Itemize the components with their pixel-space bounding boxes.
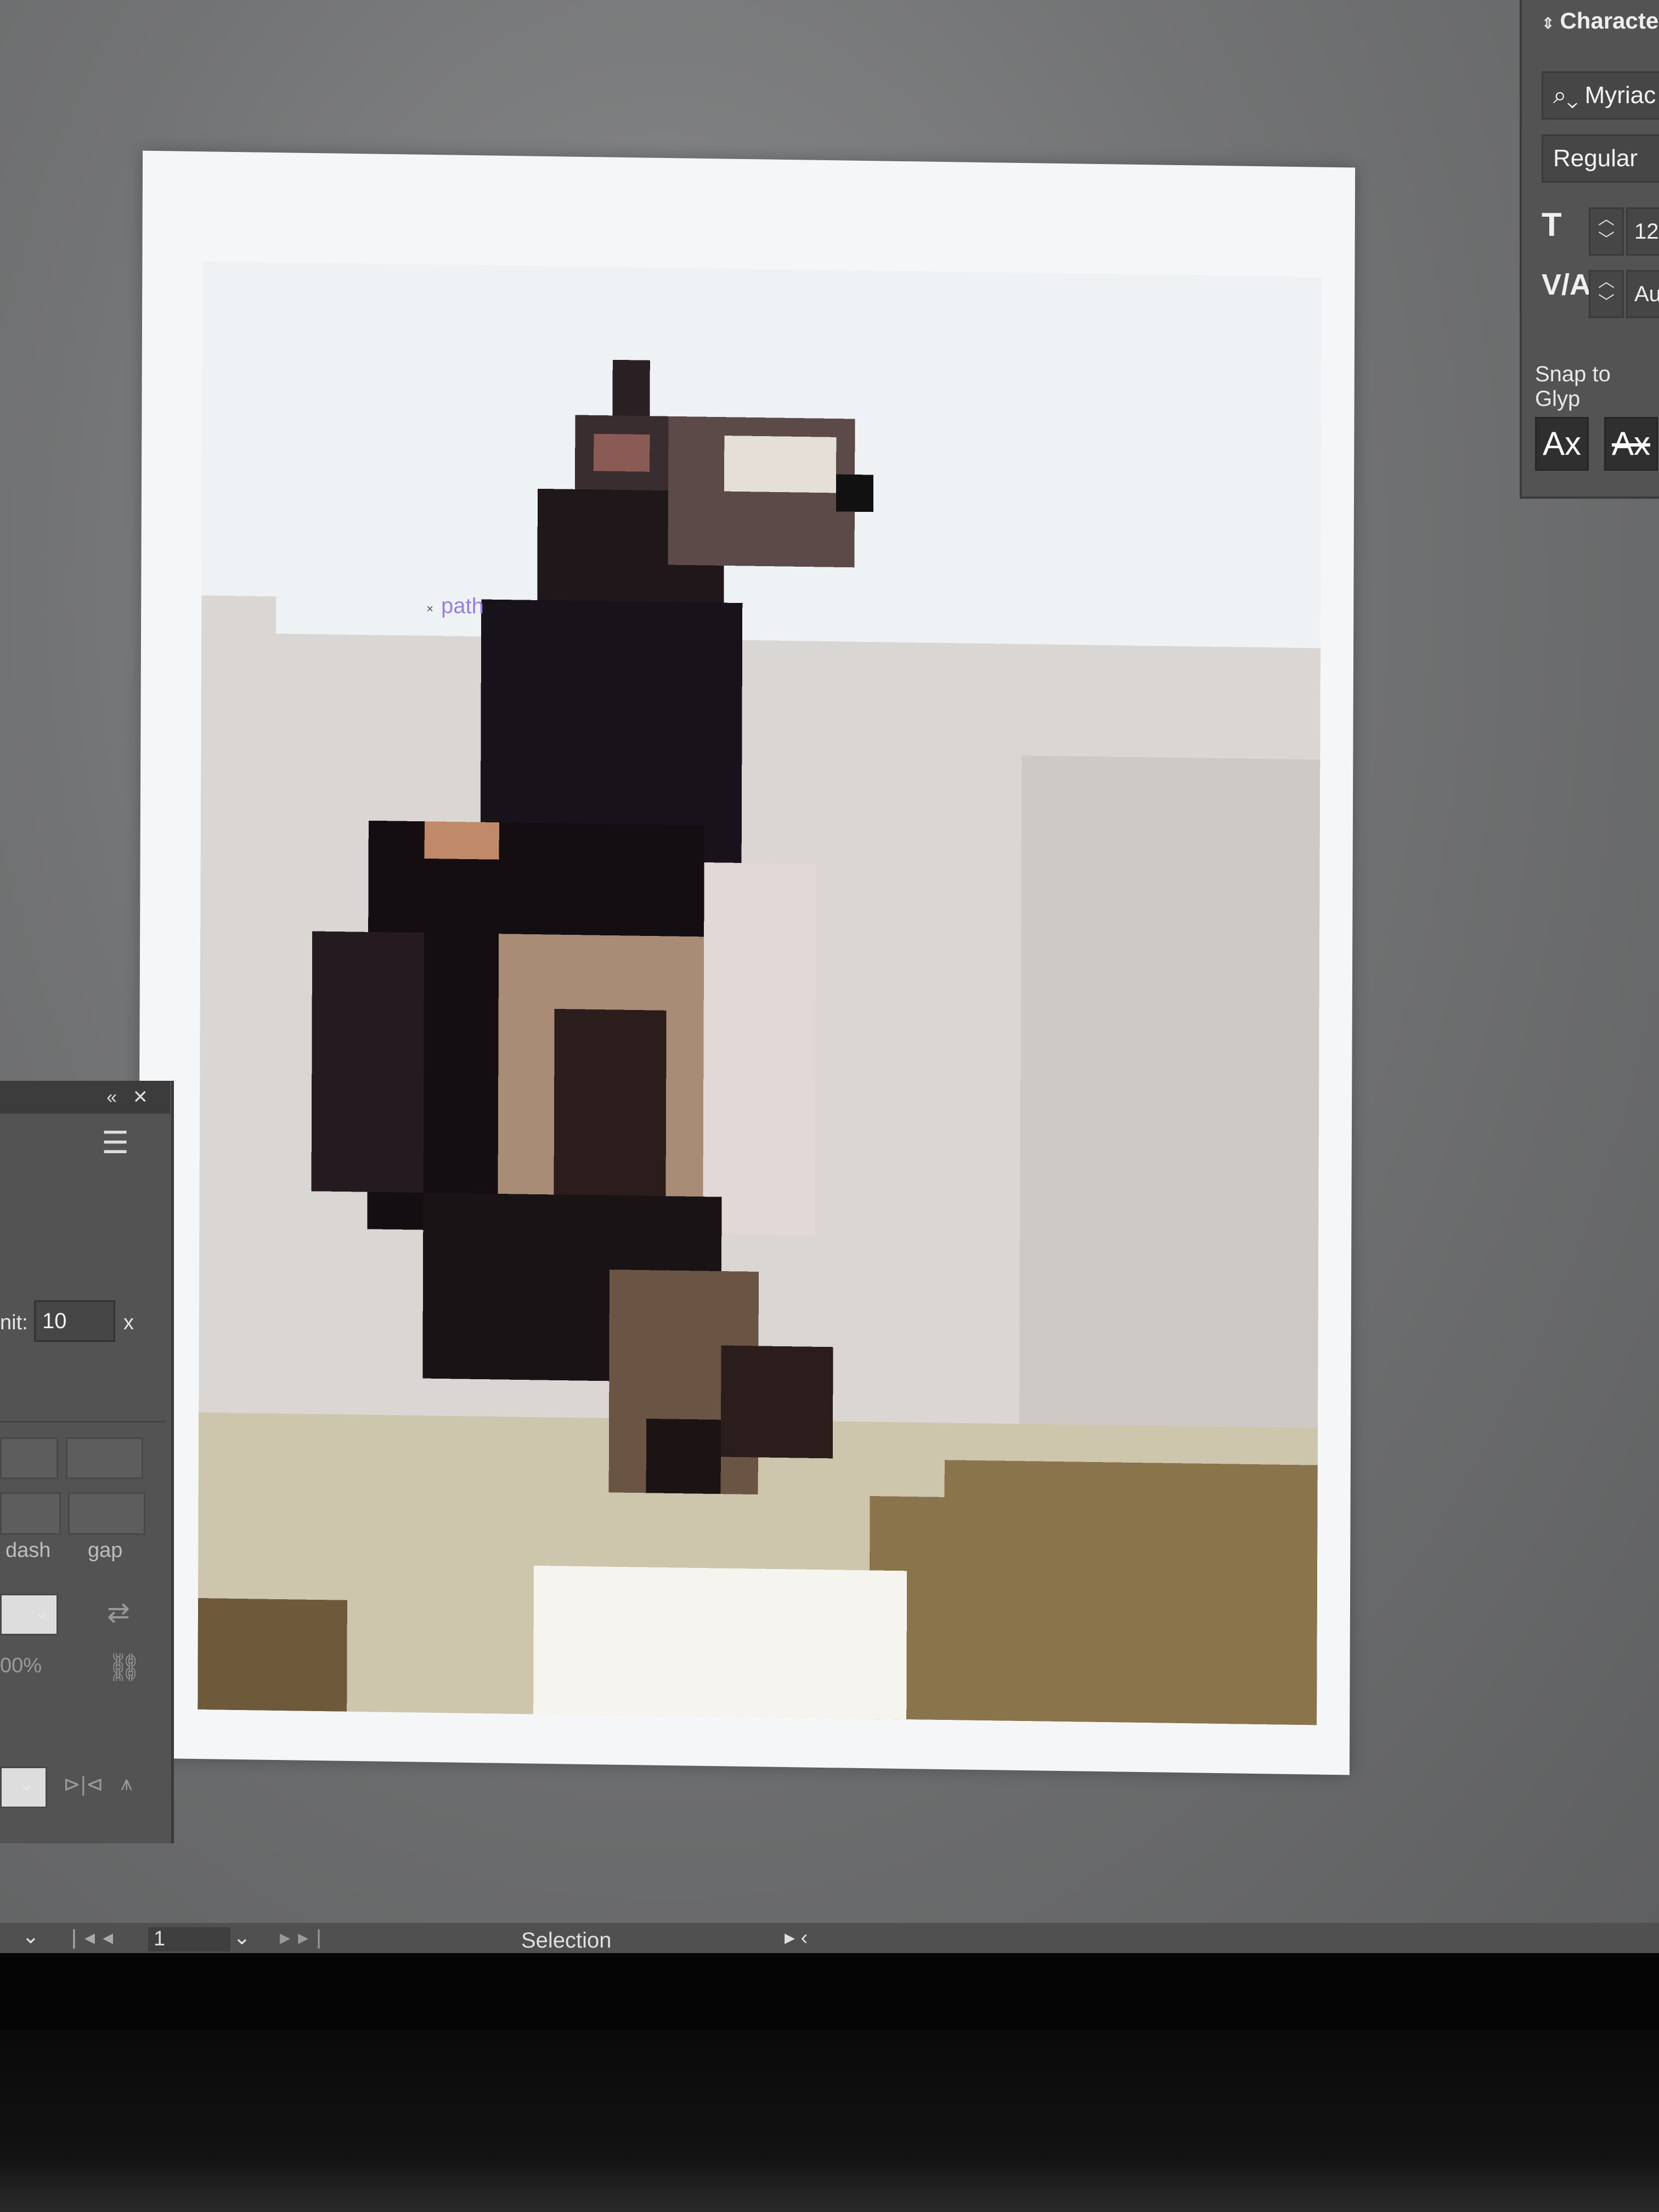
dash-input[interactable] [0,1492,61,1535]
flip-horizontal-icon[interactable]: ⊳|⊲ [63,1772,104,1797]
artboard[interactable]: × path [137,150,1356,1775]
font-family-field[interactable]: ⌕⌄ Myriac [1542,71,1659,120]
search-icon[interactable]: ⌕⌄ [1553,82,1578,109]
dash-align-button-2[interactable] [66,1437,143,1479]
first-prev-artboard-icon[interactable]: |◂◂ [71,1925,121,1950]
chevron-down-icon[interactable]: ⌄ [33,1599,50,1624]
flip-vertical-icon[interactable]: ⩚ [121,1772,132,1796]
miter-limit-label: nit: [0,1311,28,1334]
artboard-chevron-down-icon[interactable]: ⌄ [233,1925,251,1950]
character-panel[interactable]: ⇕ Characte ⌕⌄ Myriac Regular T ︿ ﹀ 12 V/A … [1520,0,1659,499]
font-style-field[interactable]: Regular [1542,134,1659,183]
pixelated-image[interactable] [198,261,1322,1725]
artboard-number-input[interactable]: 1 [148,1927,230,1951]
monitor-screen: × path ⇕ Characte ⌕⌄ Myriac Regular T ︿ ﹀ 1… [0,0,1659,1953]
play-icon[interactable]: ▸ ‹ [785,1925,808,1950]
close-icon[interactable]: ✕ [133,1087,149,1108]
miter-limit-input[interactable]: 10 [34,1300,115,1342]
divider [0,1421,165,1423]
chevron-down-icon-2[interactable]: ⌄ [18,1771,35,1796]
stroke-panel[interactable]: « ✕ ☰ nit: 10 x dash gap ⌄ ⇄ 00% ⛓ ⌄ ⊳|⊲… [0,1081,174,1843]
current-tool-label: Selection [521,1928,612,1953]
monitor-bezel [0,1953,1659,2030]
panel-expand-icon[interactable]: ⇕ [1542,15,1554,32]
arrowhead-scale-value[interactable]: 00% [0,1654,42,1678]
font-size-icon: T [1542,206,1562,243]
miter-limit-suffix: x [123,1311,134,1334]
panel-menu-icon[interactable]: ☰ [101,1125,129,1161]
zoom-chevron-down-icon[interactable]: ⌄ [22,1924,40,1949]
kerning-icon: V/A [1542,268,1592,301]
kerning-stepper[interactable]: ︿ ﹀ [1589,270,1624,318]
anchor-cross-icon: × [426,601,434,616]
snap-to-glyph-label: Snap to Glyp [1535,362,1611,411]
stroke-panel-titlebar[interactable]: « ✕ [0,1081,170,1114]
status-bar: ⌄ |◂◂ 1 ⌄ ▸▸| Selection ▸ ‹ [0,1923,1659,1953]
snap-strike-button[interactable]: Ax [1604,417,1658,471]
collapse-icon[interactable]: « [106,1087,117,1108]
font-size-stepper[interactable]: ︿ ﹀ [1589,207,1624,256]
character-panel-tab[interactable]: ⇕ Characte [1542,8,1658,34]
dash-label: dash [5,1539,51,1562]
monitor-stand-area [0,2030,1659,2212]
link-scale-icon[interactable]: ⛓ [107,1651,142,1684]
swap-arrowheads-icon[interactable]: ⇄ [107,1596,130,1628]
gap-input[interactable] [68,1492,145,1535]
dash-align-button-1[interactable] [0,1437,58,1479]
font-size-input[interactable]: 12 [1626,207,1659,256]
next-last-artboard-icon[interactable]: ▸▸| [280,1925,329,1950]
gap-label: gap [88,1539,123,1562]
snap-baseline-button[interactable]: Ax [1535,417,1589,471]
path-smart-guide: × path [426,594,484,619]
kerning-input[interactable]: Aut [1626,270,1659,318]
